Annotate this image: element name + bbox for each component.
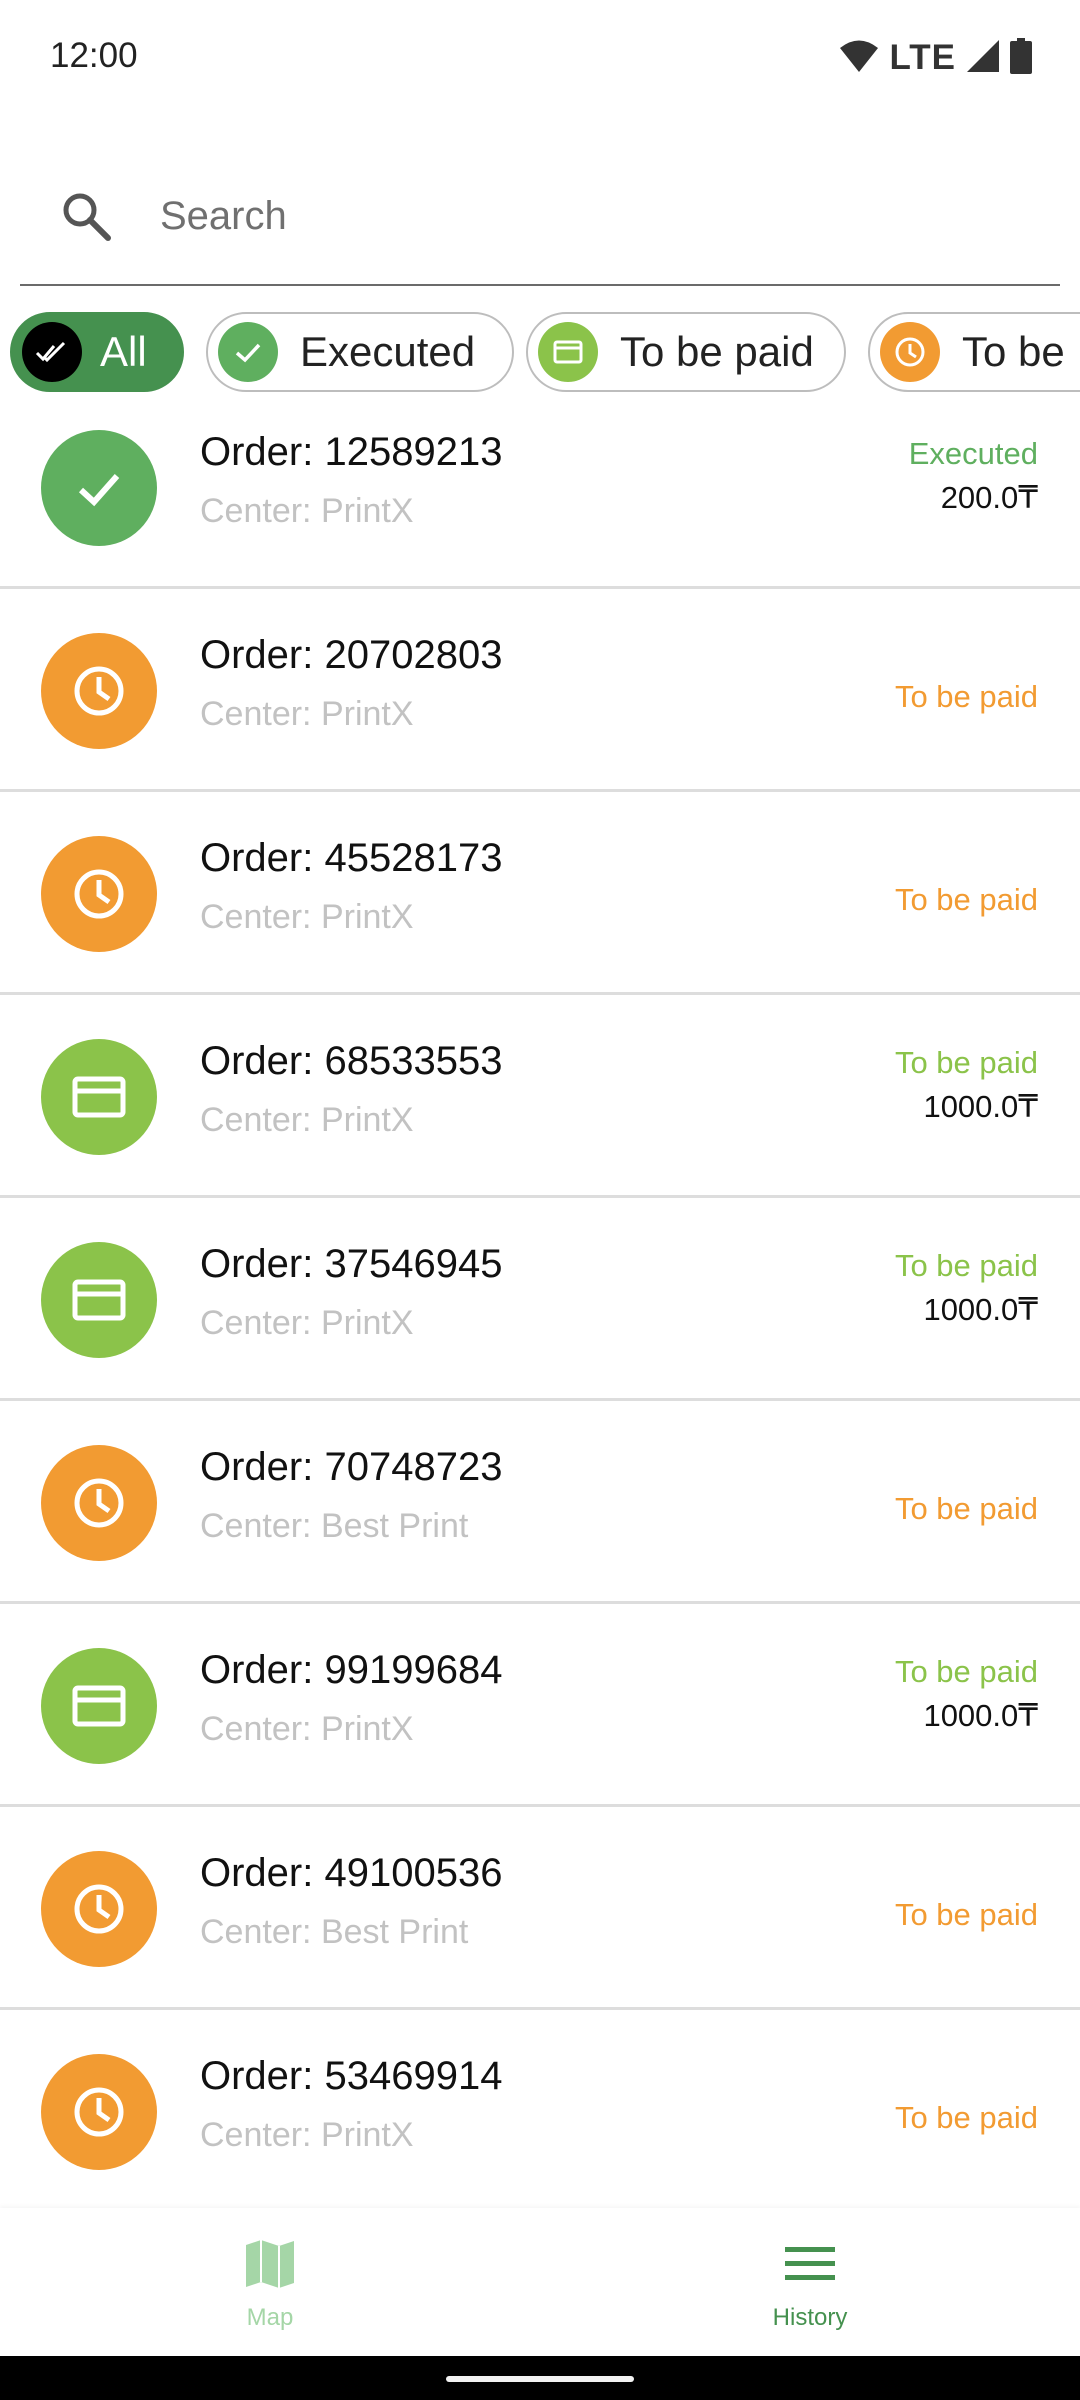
order-title: Order: 45528173 bbox=[200, 836, 503, 880]
filter-chip-label: All bbox=[100, 328, 147, 375]
search-input[interactable] bbox=[158, 180, 1022, 252]
card-icon bbox=[41, 1648, 157, 1764]
order-title: Order: 49100536 bbox=[200, 1851, 503, 1895]
filter-chip-label: To be bbox=[962, 328, 1065, 375]
system-gesture-bar bbox=[0, 2356, 1080, 2400]
order-center: Center: PrintX bbox=[200, 898, 414, 936]
order-title: Order: 12589213 bbox=[200, 430, 503, 474]
order-price: 1000.0₸ bbox=[923, 1292, 1038, 1327]
status-time: 12:00 bbox=[50, 36, 138, 75]
search-icon[interactable] bbox=[58, 188, 114, 244]
order-center: Center: PrintX bbox=[200, 1710, 414, 1748]
clock-icon bbox=[41, 2054, 157, 2170]
order-center: Center: Best Print bbox=[200, 1913, 469, 1951]
check-icon bbox=[218, 322, 278, 382]
search-bar[interactable] bbox=[20, 150, 1060, 286]
order-title: Order: 20702803 bbox=[200, 633, 503, 677]
order-row[interactable]: Order: 53469914 Center: PrintX To be paid bbox=[0, 2012, 1080, 2213]
filter-chip-label: To be paid bbox=[620, 328, 814, 375]
check-icon bbox=[41, 430, 157, 546]
clock-icon bbox=[41, 836, 157, 952]
order-row[interactable]: Order: 49100536 Center: Best Print To be p… bbox=[0, 1809, 1080, 2010]
signal-icon bbox=[966, 39, 1000, 78]
bottom-nav: Map History bbox=[0, 2208, 1080, 2356]
order-center: Center: PrintX bbox=[200, 695, 414, 733]
nav-item-history[interactable]: History bbox=[540, 2208, 1080, 2356]
map-icon bbox=[244, 2236, 296, 2292]
order-center: Center: PrintX bbox=[200, 492, 414, 530]
order-center: Center: PrintX bbox=[200, 1101, 414, 1139]
order-price: 1000.0₸ bbox=[923, 1089, 1038, 1124]
status-badge: To be paid bbox=[894, 1897, 1038, 1932]
status-badge: To be paid bbox=[894, 2100, 1038, 2135]
card-icon bbox=[538, 322, 598, 382]
order-center: Center: PrintX bbox=[200, 2116, 414, 2154]
filter-chip-all[interactable]: All bbox=[10, 312, 184, 392]
filter-chip-executed[interactable]: Executed bbox=[206, 312, 514, 392]
double-check-icon bbox=[22, 322, 82, 382]
clock-icon bbox=[880, 322, 940, 382]
order-row[interactable]: Order: 70748723 Center: Best Print To be p… bbox=[0, 1403, 1080, 1604]
nav-item-map[interactable]: Map bbox=[0, 2208, 540, 2356]
status-badge: To be paid bbox=[894, 1248, 1038, 1283]
order-row[interactable]: Order: 12589213 Center: PrintX Executed 200… bbox=[0, 388, 1080, 589]
filter-chip-to-be[interactable]: To be bbox=[868, 312, 1080, 392]
order-row[interactable]: Order: 20702803 Center: PrintX To be paid bbox=[0, 591, 1080, 792]
filter-chips: All Executed To be paid To be bbox=[10, 312, 1080, 396]
menu-icon bbox=[785, 2236, 835, 2292]
order-title: Order: 37546945 bbox=[200, 1242, 503, 1286]
battery-icon bbox=[1010, 37, 1032, 79]
nav-label-map: Map bbox=[246, 2304, 294, 2331]
status-badge: To be paid bbox=[894, 1491, 1038, 1526]
status-badge: To be paid bbox=[894, 1045, 1038, 1080]
order-price: 1000.0₸ bbox=[923, 1698, 1038, 1733]
nav-label-history: History bbox=[772, 2304, 848, 2331]
order-row[interactable]: Order: 68533553 Center: PrintX To be paid 1… bbox=[0, 997, 1080, 1198]
network-type: LTE bbox=[889, 38, 956, 77]
card-icon bbox=[41, 1242, 157, 1358]
status-bar: 12:00 LTE bbox=[0, 0, 1080, 118]
filter-chip-label: Executed bbox=[300, 328, 476, 375]
status-icons: LTE bbox=[839, 36, 1032, 80]
order-price: 200.0₸ bbox=[940, 480, 1038, 515]
order-title: Order: 70748723 bbox=[200, 1445, 503, 1489]
wifi-icon bbox=[839, 39, 879, 78]
order-title: Order: 68533553 bbox=[200, 1039, 503, 1083]
status-badge: To be paid bbox=[894, 882, 1038, 917]
order-center: Center: PrintX bbox=[200, 1304, 414, 1342]
order-title: Order: 53469914 bbox=[200, 2054, 503, 2098]
status-badge: To be paid bbox=[894, 679, 1038, 714]
order-row[interactable]: Order: 37546945 Center: PrintX To be paid 1… bbox=[0, 1200, 1080, 1401]
clock-icon bbox=[41, 1445, 157, 1561]
status-badge: To be paid bbox=[894, 1654, 1038, 1689]
clock-icon bbox=[41, 1851, 157, 1967]
order-row[interactable]: Order: 45528173 Center: PrintX To be paid bbox=[0, 794, 1080, 995]
order-row[interactable]: Order: 99199684 Center: PrintX To be paid 1… bbox=[0, 1606, 1080, 1807]
home-handle[interactable] bbox=[446, 2376, 634, 2382]
card-icon bbox=[41, 1039, 157, 1155]
filter-chip-to-be-paid[interactable]: To be paid bbox=[526, 312, 846, 392]
status-badge: Executed bbox=[908, 436, 1038, 471]
order-center: Center: Best Print bbox=[200, 1507, 469, 1545]
clock-icon bbox=[41, 633, 157, 749]
order-title: Order: 99199684 bbox=[200, 1648, 503, 1692]
